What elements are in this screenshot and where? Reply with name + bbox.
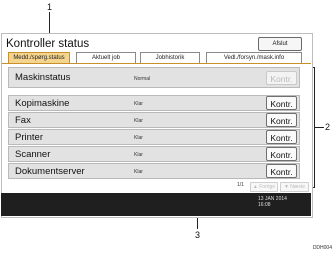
row-status: Klar — [134, 169, 143, 175]
figure-code: DDH004 — [312, 245, 332, 251]
prev-page-button[interactable]: ▲ Forrige — [250, 182, 278, 192]
row-name: Printer — [15, 132, 43, 143]
row-status: Klar — [134, 118, 143, 124]
check-button-scanner[interactable]: Kontr. — [266, 147, 297, 161]
page-indicator: 1/1 — [237, 182, 244, 188]
row-name: Fax — [15, 115, 31, 126]
status-row-fax: Fax Klar Kontr. — [8, 112, 300, 128]
clock: 13 JAN 2014 16:08 — [258, 196, 287, 208]
check-button-printer[interactable]: Kontr. — [266, 130, 297, 144]
callout-2-bracket — [314, 67, 315, 188]
check-button-copier[interactable]: Kontr. — [266, 96, 297, 110]
callout-2-line — [315, 127, 324, 128]
row-status: Klar — [134, 135, 143, 141]
tab-underline — [2, 63, 311, 64]
clock-time: 16:08 — [258, 202, 271, 208]
status-row-copier: Kopimaskine Klar Kontr. — [8, 95, 300, 111]
row-name: Dokumentserver — [15, 166, 85, 177]
status-row-document-server: Dokumentserver Klar Kontr. — [8, 163, 300, 179]
page-title: Kontroller status — [6, 38, 90, 50]
callout-2: 2 — [325, 122, 331, 132]
check-button-document-server[interactable]: Kontr. — [266, 164, 297, 178]
row-name: Kopimaskine — [15, 98, 70, 109]
callout-1: 1 — [47, 2, 53, 12]
row-name: Maskinstatus — [15, 72, 71, 83]
row-status: Klar — [134, 152, 143, 158]
row-status: Klar — [134, 101, 143, 107]
row-status: Normal — [134, 76, 151, 82]
check-button-fax[interactable]: Kontr. — [266, 113, 297, 127]
status-row-printer: Printer Klar Kontr. — [8, 129, 300, 145]
status-row-machine: Maskinstatus Normal Kontr. — [8, 67, 300, 88]
status-row-scanner: Scanner Klar Kontr. — [8, 146, 300, 162]
row-name: Scanner — [15, 149, 51, 160]
exit-button[interactable]: Afslut — [258, 37, 302, 51]
callout-3: 3 — [195, 230, 201, 240]
next-page-button[interactable]: ▼ Næste — [280, 182, 309, 192]
check-button-machine[interactable]: Kontr. — [266, 71, 297, 85]
